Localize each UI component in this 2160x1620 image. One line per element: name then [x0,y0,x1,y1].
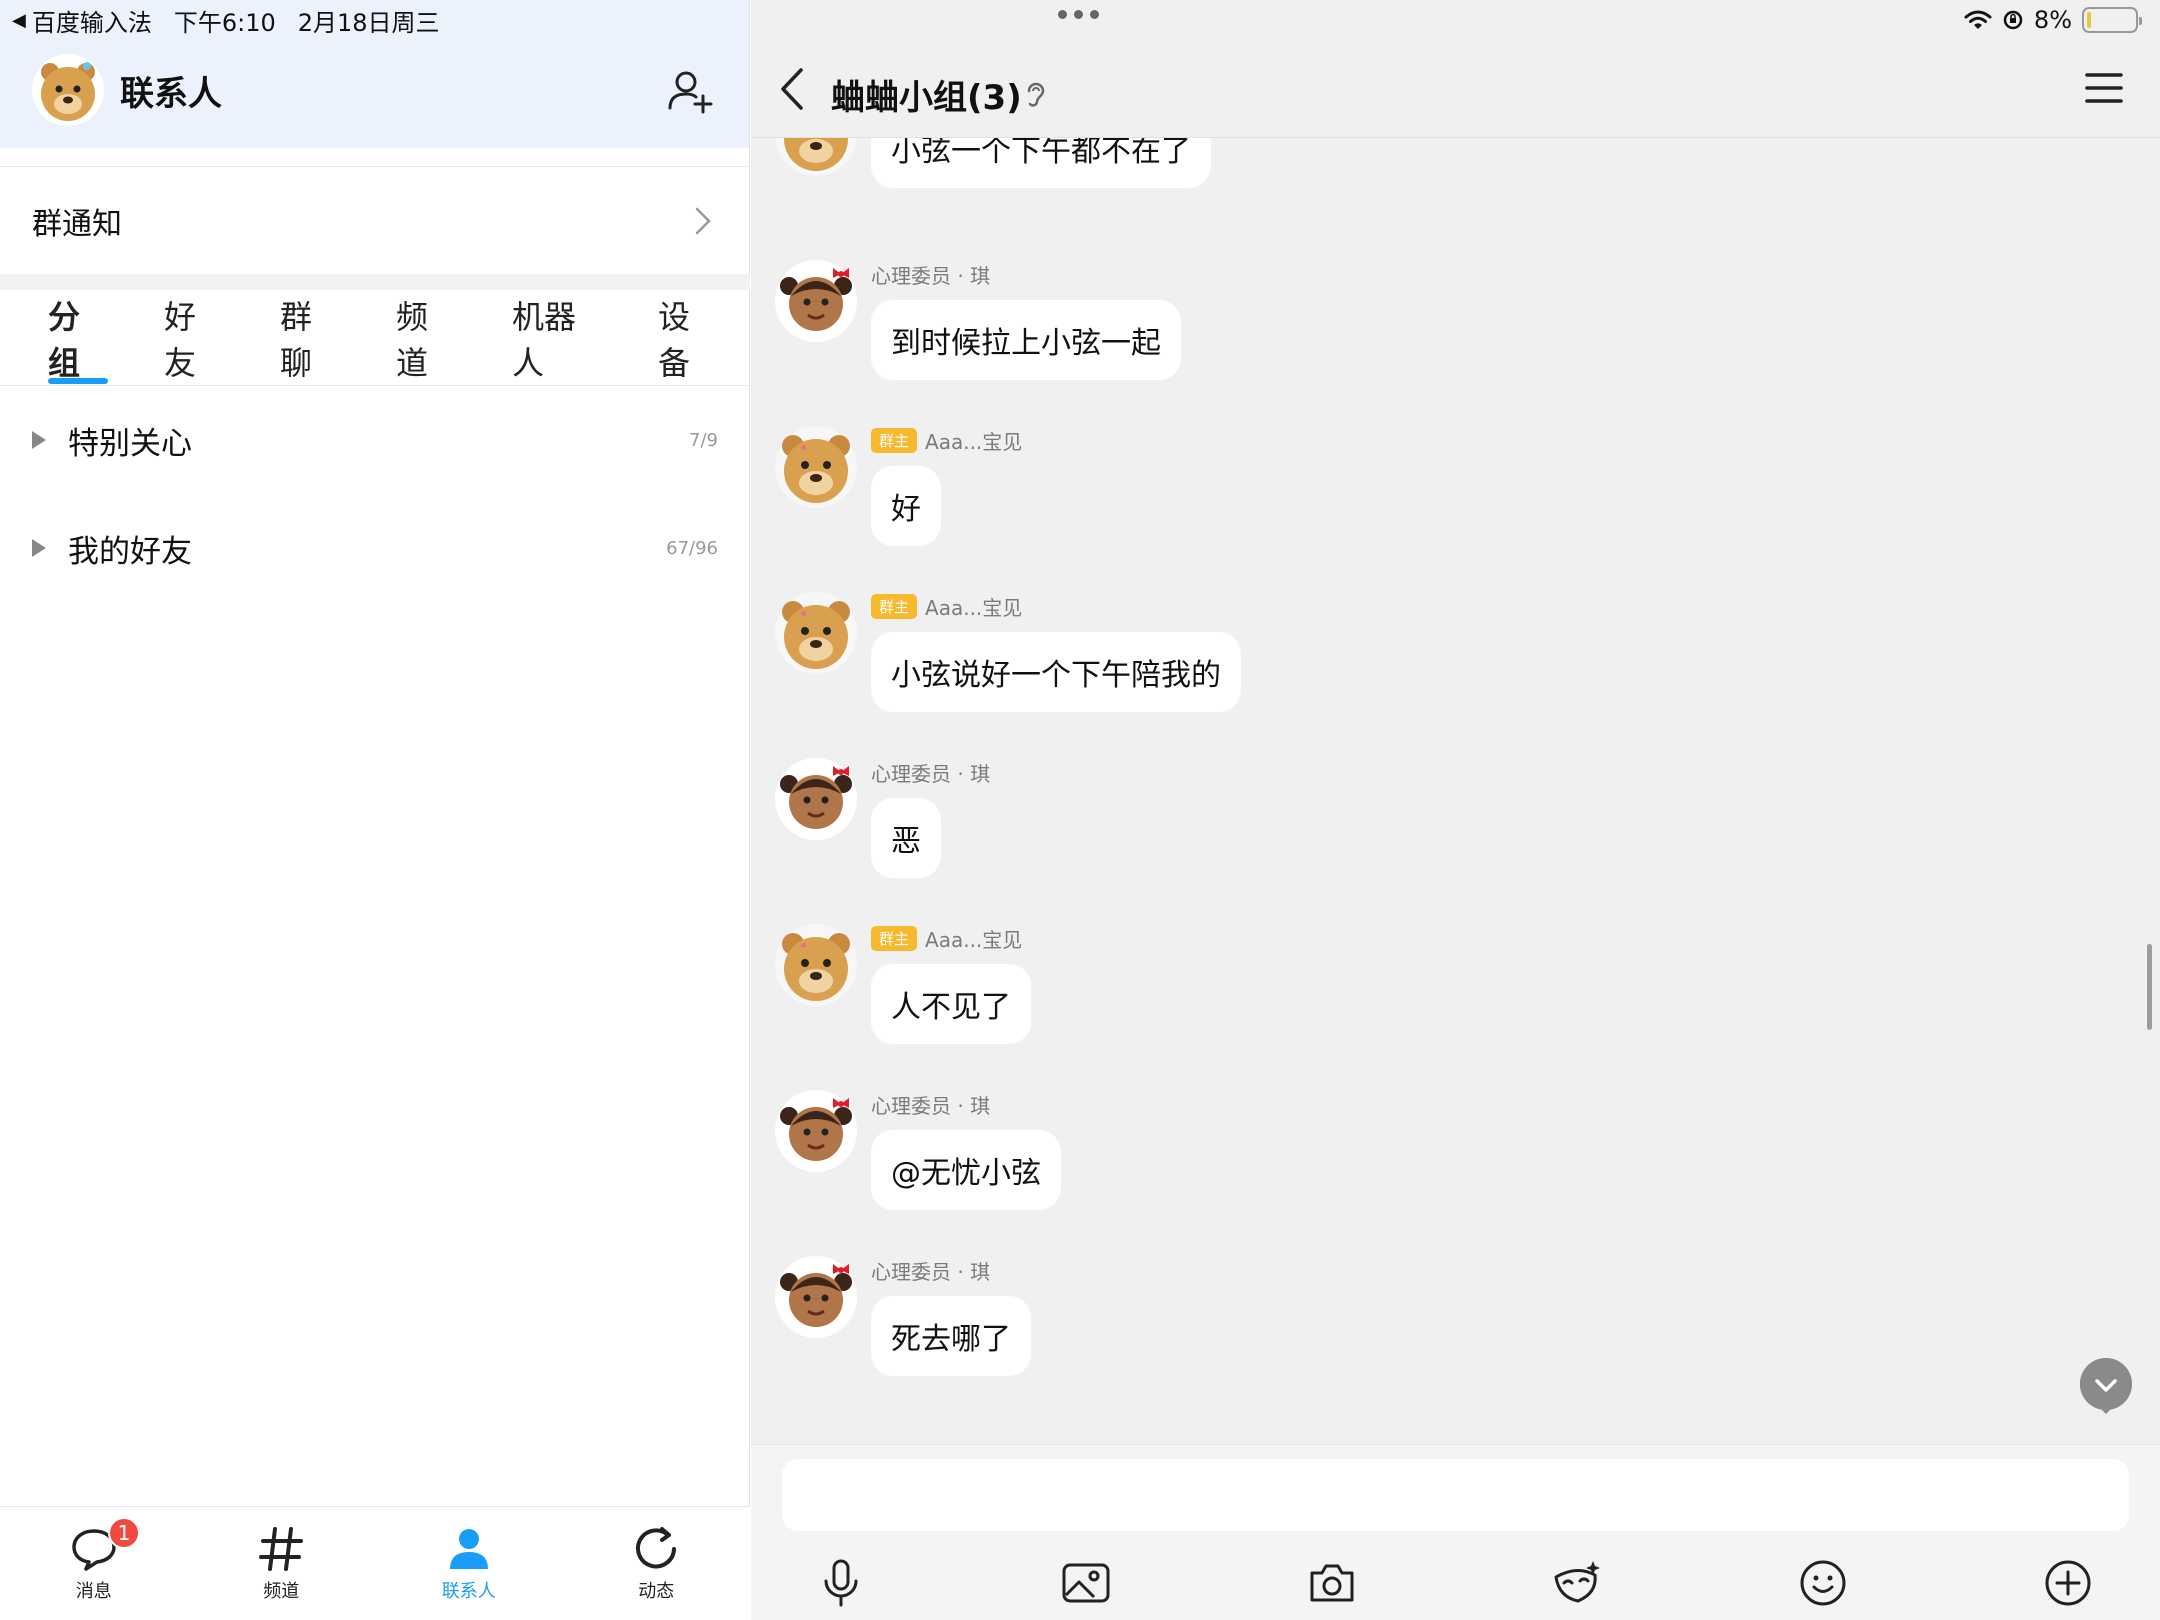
group-notice-label: 群通知 [32,206,122,242]
tab-devices[interactable]: 设备 [634,290,742,386]
nav-label: 联系人 [441,1580,496,1602]
my-avatar[interactable] [32,54,104,126]
back-app-name: 百度输入法 [31,8,152,37]
tab-friends[interactable]: 好友 [140,290,248,386]
sender-name[interactable]: 心理委员 · 琪 [871,260,990,289]
nav-label: 频道 [263,1580,300,1602]
nav-channels[interactable]: 频道 [188,1507,376,1620]
message-bubble[interactable]: @无忧小弦 [871,1130,1061,1210]
section-divider [0,274,750,290]
status-date: 2月18日周三 [297,8,440,37]
chat-header: 蛐蛐小组(3) [751,40,2160,138]
status-bar-right: 8% [1964,4,2142,36]
refresh-icon [636,1526,677,1568]
chat-input-area [751,1444,2160,1620]
sender-line: 心理委员 · 琪 [871,1090,990,1119]
back-arrow-icon[interactable] [773,66,813,112]
contact-icon [449,1528,488,1569]
tab-group-chats[interactable]: 群聊 [256,290,364,386]
battery-percent: 8% [2033,6,2072,34]
back-to-app-link[interactable]: ◀ 百度输入法 [12,3,152,38]
nav-label: 消息 [75,1580,112,1602]
camera-icon[interactable] [1306,1557,1358,1609]
message-bubble[interactable]: 好 [871,466,941,546]
contacts-tabs: 分组 好友 群聊 频道 机器人 设备 [0,290,750,386]
nav-label: 动态 [638,1580,675,1602]
image-icon[interactable] [1060,1557,1112,1609]
nav-messages[interactable]: 1 消息 [0,1507,188,1620]
expand-triangle-icon [32,431,46,449]
group-name: 特别关心 [68,425,192,462]
sender-name[interactable]: Aaa...宝见 [925,924,1022,953]
chat-panel: 蛐蛐小组(3) 小弦一个下午都不在了 心理委员 · 琪到时候拉上小弦一起 群主 Aaa… [751,0,2160,1620]
message-input[interactable] [782,1459,2129,1531]
sender-name[interactable]: Aaa...宝见 [925,592,1022,621]
message-bubble[interactable]: 人不见了 [871,964,1031,1044]
nav-contacts[interactable]: 联系人 [375,1507,563,1620]
bear-avatar[interactable] [775,592,857,674]
sender-name[interactable]: Aaa...宝见 [925,426,1022,455]
girl-avatar[interactable] [775,260,857,342]
chat-title[interactable]: 蛐蛐小组(3) [831,70,1022,119]
owner-badge: 群主 [871,594,918,619]
owner-badge: 群主 [871,428,918,453]
status-bar-left: ◀ 百度输入法 下午6:10 2月18日周三 [0,0,440,40]
message-bubble[interactable]: 恶 [871,798,941,878]
message-bubble[interactable]: 死去哪了 [871,1296,1031,1376]
ear-icon [1027,82,1045,107]
multitasking-dots[interactable] [1058,10,1099,19]
sender-name[interactable]: 心理委员 · 琪 [871,1256,990,1285]
wifi-icon [1964,10,1992,29]
message-list[interactable]: 小弦一个下午都不在了 心理委员 · 琪到时候拉上小弦一起 群主 Aaa...宝见好群主… [751,138,2160,1444]
chat-toolbar [751,1545,2160,1620]
bear-avatar[interactable] [775,138,857,176]
group-row-friends[interactable]: 我的好友 67/96 [0,498,750,598]
sender-line: 心理委员 · 琪 [871,1256,990,1285]
group-count: 7/9 [689,429,718,451]
bear-avatar[interactable] [775,924,857,1006]
plus-icon[interactable] [2042,1557,2094,1609]
expand-triangle-icon [32,539,46,557]
battery-icon [2082,7,2142,33]
add-contact-icon[interactable] [667,68,713,114]
menu-icon[interactable] [2084,70,2124,106]
girl-avatar[interactable] [775,1090,857,1172]
message-bubble[interactable]: 小弦一个下午都不在了 [871,138,1211,188]
tab-robots[interactable]: 机器人 [488,290,626,386]
girl-avatar[interactable] [775,758,857,840]
sender-name[interactable]: 心理委员 · 琪 [871,758,990,787]
group-notice-row[interactable]: 群通知 [0,166,750,274]
bottom-nav: 1 消息 频道 联系人 动态 [0,1506,750,1620]
sender-line: 群主 Aaa...宝见 [871,924,1022,953]
owner-badge: 群主 [871,926,918,951]
mask-icon[interactable] [1551,1557,1603,1609]
sender-name[interactable]: 心理委员 · 琪 [871,1090,990,1119]
scroll-to-bottom-button[interactable] [2078,1356,2134,1416]
status-time: 下午6:10 [173,8,276,37]
sender-line: 心理委员 · 琪 [871,260,990,289]
rotation-lock-icon [2003,10,2023,30]
group-count: 67/96 [666,537,718,559]
unread-badge: 1 [108,1517,140,1549]
message-bubble[interactable]: 小弦说好一个下午陪我的 [871,632,1241,712]
page-title: 联系人 [120,74,222,114]
hashtag-icon [259,1526,304,1571]
group-name: 我的好友 [68,533,192,570]
sender-line: 群主 Aaa...宝见 [871,592,1022,621]
message-bubble[interactable]: 到时候拉上小弦一起 [871,300,1181,380]
chevron-right-icon [695,207,711,234]
girl-avatar[interactable] [775,1256,857,1338]
bear-avatar[interactable] [775,426,857,508]
group-row-special[interactable]: 特别关心 7/9 [0,390,750,490]
nav-moments[interactable]: 动态 [563,1507,751,1620]
scrollbar-thumb[interactable] [2147,944,2152,1030]
tab-channels[interactable]: 频道 [372,290,480,386]
emoji-icon[interactable] [1797,1557,1849,1609]
sender-line: 群主 Aaa...宝见 [871,426,1022,455]
microphone-icon[interactable] [815,1557,867,1609]
sender-line: 心理委员 · 琪 [871,758,990,787]
tab-groups[interactable]: 分组 [24,290,132,386]
contacts-panel: 联系人 群通知 分组 好友 群聊 频道 机器人 设备 特别关心 7/9 我的好友… [0,0,750,1620]
back-triangle-icon: ◀ [12,9,26,31]
